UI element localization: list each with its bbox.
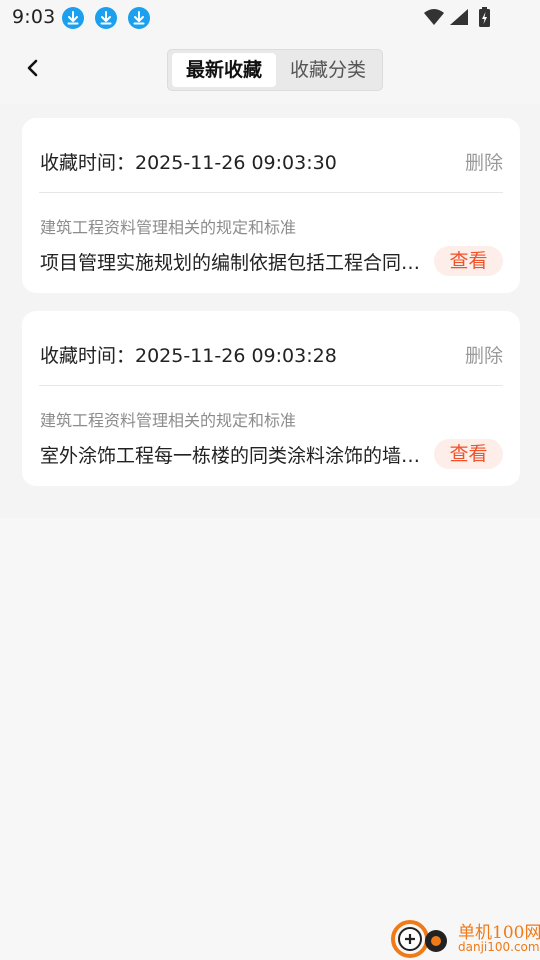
favorite-card: 收藏时间：2025-11-26 09:03:28 删除 建筑工程资料管理相关的规… (22, 311, 520, 486)
favorite-title[interactable]: 项目管理实施规划的编制依据包括工程合同、项目管理规划大纲等 (40, 248, 424, 275)
favorite-category: 建筑工程资料管理相关的规定和标准 (40, 411, 297, 430)
download-icon (62, 7, 84, 29)
favorites-list: 收藏时间：2025-11-26 09:03:30 删除 建筑工程资料管理相关的规… (0, 104, 540, 518)
download-icon (95, 7, 117, 29)
status-time: 9:03 (12, 6, 56, 28)
delete-button[interactable]: 删除 (465, 341, 503, 368)
view-button[interactable]: 查看 (434, 439, 503, 469)
favorite-time: 收藏时间：2025-11-26 09:03:30 (40, 152, 337, 174)
delete-button[interactable]: 删除 (465, 148, 503, 175)
view-button[interactable]: 查看 (434, 246, 503, 276)
watermark: 单机100网 danji100.com (390, 914, 540, 960)
watermark-logo-icon (391, 920, 447, 958)
empty-area (0, 518, 540, 960)
battery-charging-icon (479, 7, 490, 27)
download-icon (128, 7, 150, 29)
watermark-url: danji100.com (458, 940, 540, 954)
tab-favorite-categories[interactable]: 收藏分类 (276, 53, 380, 87)
tab-latest-favorites[interactable]: 最新收藏 (172, 53, 276, 87)
back-button[interactable] (18, 52, 50, 84)
signal-icon (450, 9, 468, 25)
status-bar: 9:03 (0, 0, 540, 36)
favorite-time: 收藏时间：2025-11-26 09:03:28 (40, 345, 337, 367)
app-header: 最新收藏 收藏分类 (0, 36, 540, 104)
favorite-card: 收藏时间：2025-11-26 09:03:30 删除 建筑工程资料管理相关的规… (22, 118, 520, 293)
segmented-tabs: 最新收藏 收藏分类 (167, 49, 383, 91)
divider (39, 385, 503, 386)
divider (39, 192, 503, 193)
favorite-category: 建筑工程资料管理相关的规定和标准 (40, 218, 297, 237)
favorite-title[interactable]: 室外涂饰工程每一栋楼的同类涂料涂饰的墙面每500～1000m²应划分为一个检验批 (40, 441, 424, 468)
system-icons (422, 7, 502, 33)
chevron-left-icon (27, 59, 38, 77)
wifi-icon (424, 9, 444, 25)
